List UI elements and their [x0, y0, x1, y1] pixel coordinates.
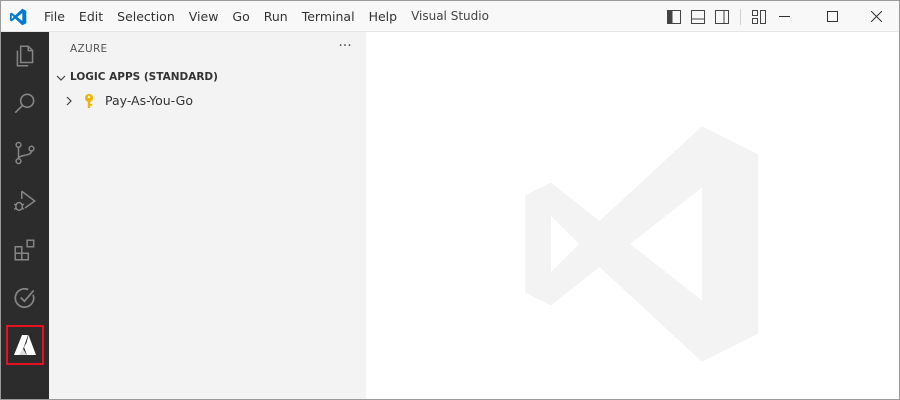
- source-control-icon[interactable]: [1, 129, 49, 177]
- layout-controls: [664, 7, 769, 27]
- sidebar-title: AZURE: [70, 43, 108, 55]
- menu-view[interactable]: View: [182, 6, 226, 28]
- menu-help[interactable]: Help: [362, 6, 405, 28]
- close-icon[interactable]: [853, 1, 899, 32]
- toggle-secondary-sidebar-icon[interactable]: [712, 7, 732, 27]
- activity-bar: [1, 32, 49, 399]
- menu-file[interactable]: File: [37, 6, 72, 28]
- key-icon: [85, 94, 93, 108]
- section-logic-apps[interactable]: LOGIC APPS (STANDARD): [49, 68, 366, 88]
- menu-terminal[interactable]: Terminal: [295, 6, 362, 28]
- tree-item-label: Pay-As-You-Go: [105, 93, 193, 108]
- menu-go[interactable]: Go: [225, 6, 256, 28]
- tree-item-subscription[interactable]: Pay-As-You-Go: [49, 90, 366, 112]
- chevron-right-icon: [66, 96, 72, 106]
- menu-bar: File Edit Selection View Go Run Terminal…: [37, 1, 404, 32]
- menu-edit[interactable]: Edit: [72, 6, 110, 28]
- explorer-icon[interactable]: [1, 32, 49, 80]
- title-bar: File Edit Selection View Go Run Terminal…: [1, 1, 899, 32]
- search-icon[interactable]: [1, 80, 49, 128]
- toggle-primary-sidebar-icon[interactable]: [664, 7, 684, 27]
- menu-selection[interactable]: Selection: [110, 6, 182, 28]
- app-window: File Edit Selection View Go Run Terminal…: [0, 0, 900, 400]
- chevron-down-icon: [56, 75, 66, 81]
- layout-separator: [740, 9, 741, 25]
- section-label: LOGIC APPS (STANDARD): [70, 71, 218, 83]
- azure-sidebar: AZURE ··· LOGIC APPS (STANDARD) Pay-As-Y…: [49, 32, 366, 399]
- azure-icon[interactable]: [6, 325, 44, 365]
- toggle-panel-icon[interactable]: [688, 7, 708, 27]
- testing-icon[interactable]: [1, 274, 49, 322]
- more-actions-icon[interactable]: ···: [334, 36, 356, 58]
- run-debug-icon[interactable]: [1, 177, 49, 225]
- editor-area: [366, 32, 899, 399]
- vscode-watermark-icon: [525, 126, 759, 362]
- minimize-icon[interactable]: [761, 1, 807, 32]
- extensions-icon[interactable]: [1, 226, 49, 274]
- vscode-logo-icon: [9, 8, 27, 26]
- maximize-icon[interactable]: [809, 1, 855, 32]
- menu-run[interactable]: Run: [257, 6, 295, 28]
